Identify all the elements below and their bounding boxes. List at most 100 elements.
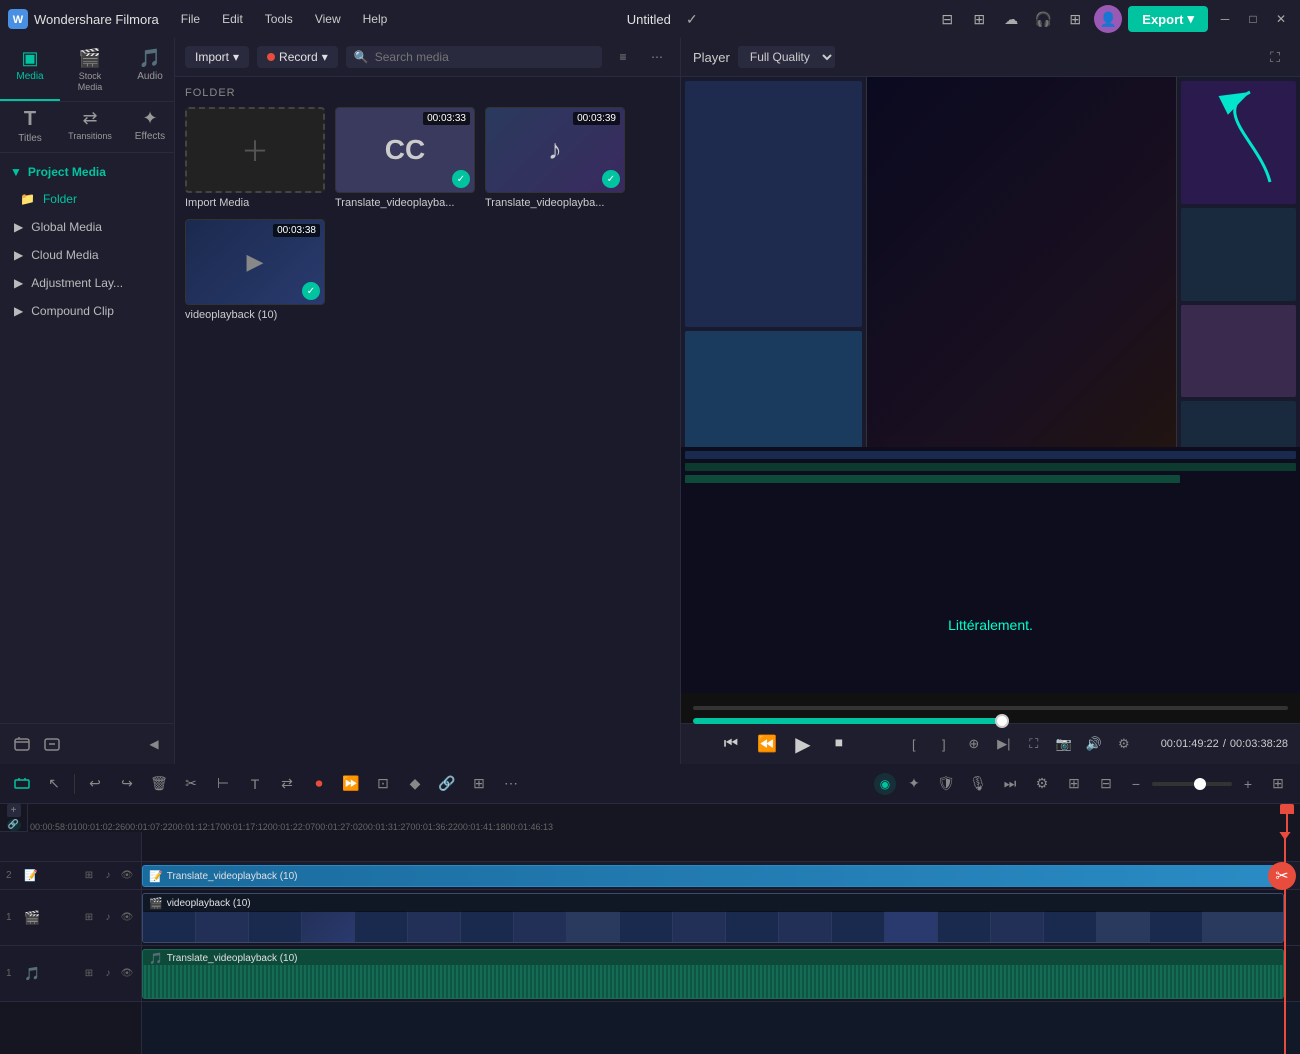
quality-select[interactable]: Full Quality: [738, 46, 835, 68]
apps-icon[interactable]: ⊞: [1062, 6, 1088, 32]
user-avatar[interactable]: 👤: [1094, 5, 1122, 33]
group-button[interactable]: ⚙: [1028, 770, 1056, 798]
remove-folder-button[interactable]: [40, 732, 64, 756]
headphone-icon[interactable]: 🎧: [1030, 6, 1056, 32]
redo-button[interactable]: ↪: [113, 770, 141, 798]
time-ruler[interactable]: 00:00:58:01 00:01:02:26 00:01:07:22 00:0…: [28, 804, 1300, 832]
link-track-button[interactable]: 🔗: [7, 819, 21, 832]
timeline-scrubber[interactable]: [995, 714, 1009, 728]
track-audio-button-a[interactable]: ♪: [100, 966, 116, 982]
tab-effects[interactable]: ✦ Effects: [120, 102, 180, 152]
fit-button[interactable]: ⊞: [1264, 770, 1292, 798]
more-tools-button[interactable]: ⋯: [497, 770, 525, 798]
fullscreen-icon[interactable]: ⛶: [1262, 44, 1288, 70]
eye-tracking-button[interactable]: ◉: [874, 773, 896, 795]
split-button[interactable]: ⊢: [209, 770, 237, 798]
preview-screen[interactable]: Littéralement.: [681, 77, 1300, 693]
media-thumb-audio[interactable]: 00:03:39 ♪ ✓: [485, 107, 625, 193]
tab-stock-media[interactable]: 🎬 Stock Media: [60, 42, 120, 101]
list-item[interactable]: ＋ Import Media: [185, 107, 325, 209]
panel-collapse-button[interactable]: ◀: [144, 734, 164, 754]
track-eye-button[interactable]: 👁: [119, 868, 135, 884]
minimize-button[interactable]: ─: [1214, 8, 1236, 30]
copy-button[interactable]: ⊞: [1060, 770, 1088, 798]
track-eye-button-1[interactable]: 👁: [119, 910, 135, 926]
selection-tool[interactable]: ↖: [40, 770, 68, 798]
sidebar-item-global-media[interactable]: ▶ Global Media: [0, 213, 174, 241]
media-thumb-video[interactable]: 00:03:38 ▶ ✓: [185, 219, 325, 305]
filter-button[interactable]: ≡: [610, 44, 636, 70]
media-thumb-cc[interactable]: 00:03:33 CC ✓: [335, 107, 475, 193]
tab-titles[interactable]: T Titles: [0, 102, 60, 152]
effects-panel-button[interactable]: ✦: [900, 770, 928, 798]
snap-button[interactable]: [8, 770, 36, 798]
text-button[interactable]: T: [241, 770, 269, 798]
preview-progress-bar[interactable]: [681, 693, 1300, 723]
video-clip[interactable]: 🎬 videoplayback (10): [142, 893, 1284, 943]
undo-button[interactable]: ↩: [81, 770, 109, 798]
list-item[interactable]: 00:03:38 ▶ ✓ videoplayback (10): [185, 219, 325, 321]
fullscreen-preview-button[interactable]: ⛶: [1021, 731, 1047, 757]
compare-button[interactable]: ⊟: [1092, 770, 1120, 798]
step-back-button[interactable]: ⏪: [753, 730, 781, 758]
track-audio-button[interactable]: ♪: [100, 868, 116, 884]
search-input[interactable]: [375, 50, 594, 64]
subtitle-clip[interactable]: 📝 Translate_videoplayback (10): [142, 865, 1284, 887]
track-expand-button-a[interactable]: ⊞: [81, 966, 97, 982]
transition-add-button[interactable]: ⇄: [273, 770, 301, 798]
cloud-icon[interactable]: ☁: [998, 6, 1024, 32]
keyframe-button[interactable]: ◆: [401, 770, 429, 798]
add-track-button[interactable]: +: [7, 804, 21, 817]
list-item[interactable]: 00:03:33 CC ✓ Translate_videoplayba...: [335, 107, 475, 209]
sidebar-item-cloud-media[interactable]: ▶ Cloud Media: [0, 241, 174, 269]
settings-button[interactable]: ⚙: [1111, 731, 1137, 757]
timeline-track[interactable]: [693, 706, 1288, 710]
record-timeline-button[interactable]: ⏺: [305, 770, 333, 798]
out-point-button[interactable]: ]: [931, 731, 957, 757]
menu-edit[interactable]: Edit: [212, 8, 253, 30]
track-audio-button-1[interactable]: ♪: [100, 910, 116, 926]
mic-button[interactable]: 🎙: [964, 770, 992, 798]
stop-button[interactable]: ⏹: [825, 730, 853, 758]
track-eye-button-a[interactable]: 👁: [119, 966, 135, 982]
tab-media[interactable]: ▣ Media: [0, 42, 60, 101]
menu-help[interactable]: Help: [353, 8, 398, 30]
shield-button[interactable]: 🛡: [932, 770, 960, 798]
in-point-button[interactable]: [: [901, 731, 927, 757]
list-item[interactable]: 00:03:39 ♪ ✓ Translate_videoplayba...: [485, 107, 625, 209]
zoom-in-button[interactable]: +: [1236, 772, 1260, 796]
menu-view[interactable]: View: [305, 8, 351, 30]
menu-tools[interactable]: Tools: [255, 8, 303, 30]
zoom-out-button[interactable]: −: [1124, 772, 1148, 796]
export-button[interactable]: Export ▾: [1128, 6, 1208, 32]
forward-button[interactable]: ⏭: [996, 770, 1024, 798]
audio-clip[interactable]: 🎵 Translate_videoplayback (10): [142, 949, 1284, 999]
project-media-header[interactable]: ▼ Project Media: [0, 159, 174, 185]
more-options-button[interactable]: ⋯: [644, 44, 670, 70]
record-button[interactable]: Record ▾: [257, 46, 338, 68]
insert-button[interactable]: ⊕: [961, 731, 987, 757]
add-folder-button[interactable]: [10, 732, 34, 756]
volume-button[interactable]: 🔊: [1081, 731, 1107, 757]
crop-button[interactable]: ⊡: [369, 770, 397, 798]
cut-scissors-button[interactable]: ✂: [1268, 862, 1296, 890]
screen-icon[interactable]: ⊟: [934, 6, 960, 32]
tab-audio[interactable]: 🎵 Audio: [120, 42, 174, 101]
menu-file[interactable]: File: [171, 8, 210, 30]
grid-icon[interactable]: ⊞: [966, 6, 992, 32]
zoom-slider[interactable]: [1152, 782, 1232, 786]
speed-button[interactable]: ⏩: [337, 770, 365, 798]
snapshot-button[interactable]: 📷: [1051, 731, 1077, 757]
import-button[interactable]: Import ▾: [185, 46, 249, 68]
close-button[interactable]: ✕: [1270, 8, 1292, 30]
track-expand-button-1[interactable]: ⊞: [81, 910, 97, 926]
audio-button[interactable]: ⊞: [465, 770, 493, 798]
append-button[interactable]: ▶|: [991, 731, 1017, 757]
delete-button[interactable]: 🗑: [145, 770, 173, 798]
tab-transitions[interactable]: ⇄ Transitions: [60, 102, 120, 152]
play-button[interactable]: ▶: [789, 730, 817, 758]
cut-button[interactable]: ✂: [177, 770, 205, 798]
link-button[interactable]: 🔗: [433, 770, 461, 798]
track-expand-button[interactable]: ⊞: [81, 868, 97, 884]
sidebar-item-adjustment-layer[interactable]: ▶ Adjustment Lay...: [0, 269, 174, 297]
